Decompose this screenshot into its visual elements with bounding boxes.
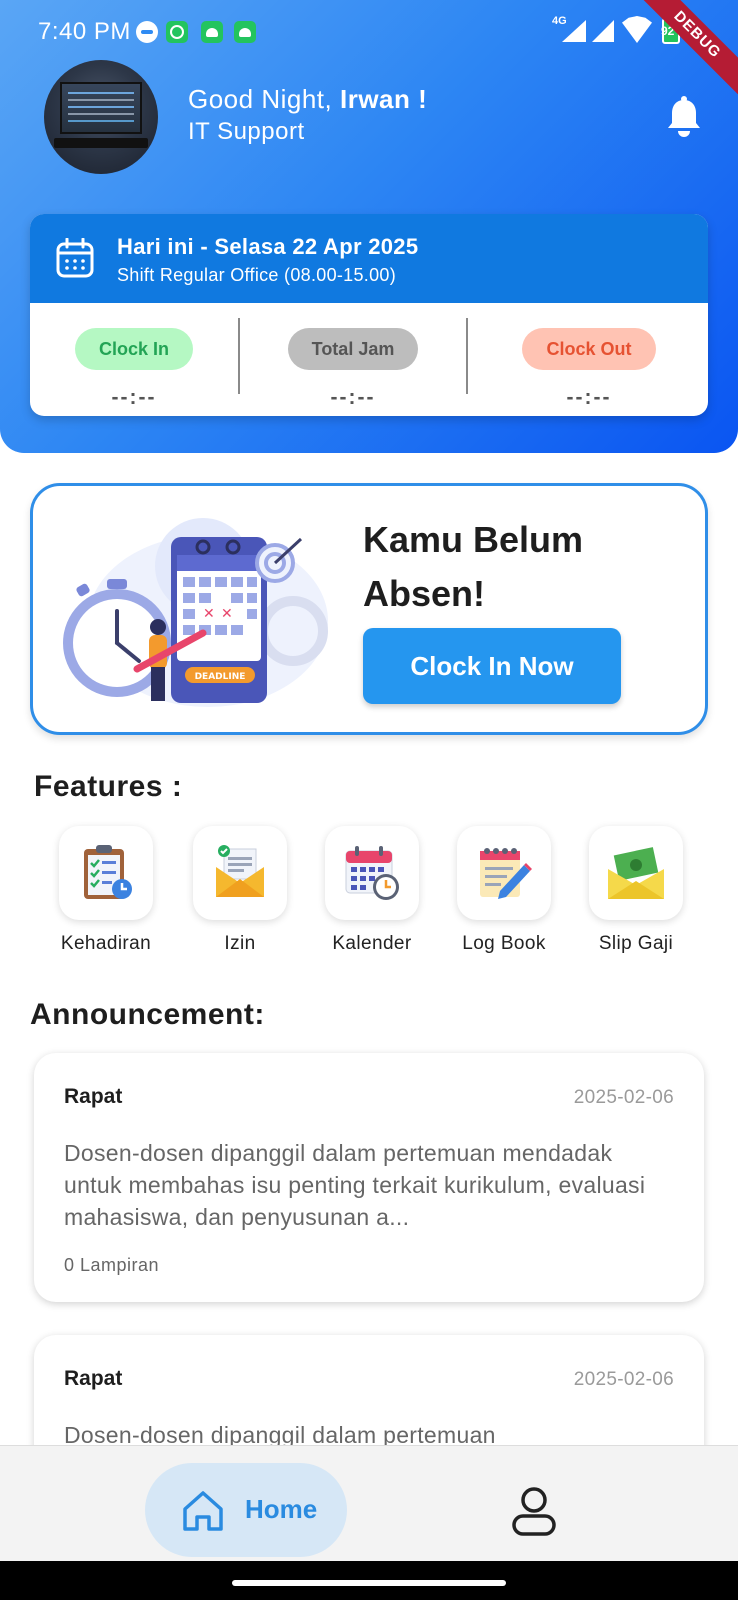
feature-icon-box[interactable] <box>59 826 153 920</box>
feature-label: Kehadiran <box>60 933 152 954</box>
announcement-item-body: Dosen-dosen dipanggil dalam pertemuan me… <box>64 1140 646 1230</box>
deadline-tag: DEADLINE <box>195 672 246 682</box>
today-date-title: Hari ini - Selasa 22 Apr 2025 <box>117 234 419 259</box>
greeting: Good Night, Irwan ! <box>188 84 427 115</box>
debug-banner: DEBUG <box>627 0 738 105</box>
feature-icon-box[interactable] <box>457 826 551 920</box>
app-screen: 7:40 PM 4G 92 DEBUG Good Night, Irwan ! … <box>0 0 738 1600</box>
feature-label: Log Book <box>462 933 546 954</box>
announcement-item-title: Rapat <box>64 1085 123 1108</box>
avatar-laptop-screen <box>60 82 142 134</box>
announcement-item-date: 2025-02-06 <box>573 1087 674 1108</box>
clock-in-badge: Clock In <box>74 328 193 370</box>
clipboard-checklist-icon <box>84 845 132 899</box>
android-notification-icon <box>234 21 256 43</box>
feature-izin[interactable]: Izin <box>175 826 305 955</box>
nav-home-button[interactable]: Home <box>145 1463 347 1557</box>
clock-in-column: Clock In --:-- <box>30 312 238 412</box>
feature-icon-box[interactable] <box>193 826 287 920</box>
announcement-item-date: 2025-02-06 <box>573 1369 674 1390</box>
not-clocked-in-card: ✕ ✕ DEADLINE Kamu Belum Absen! Clock In … <box>30 483 708 735</box>
not-clocked-in-title: Kamu Belum Absen! <box>363 519 584 614</box>
divider <box>238 318 240 394</box>
svg-text:✕: ✕ <box>221 606 233 622</box>
notification-bell-icon[interactable] <box>664 96 704 138</box>
whatsapp-notification-icon <box>166 21 188 43</box>
total-hours-column: Total Jam --:-- <box>248 312 458 412</box>
feature-label: Slip Gaji <box>598 933 674 954</box>
announcement-title: Announcement: <box>30 998 265 1031</box>
feature-icon-box[interactable] <box>325 826 419 920</box>
home-gesture-bar[interactable] <box>232 1580 506 1586</box>
status-bar: 7:40 PM 4G 92 DEBUG <box>0 0 738 105</box>
nav-home-label: Home <box>245 1494 318 1524</box>
header: 7:40 PM 4G 92 DEBUG Good Night, Irwan ! … <box>0 0 738 453</box>
clock-out-column: Clock Out --:-- <box>476 312 702 412</box>
announcement-item-title: Rapat <box>64 1367 123 1390</box>
greeting-prefix: Good Night, <box>188 84 340 114</box>
profile-icon[interactable] <box>508 1486 560 1538</box>
features-title: Features : <box>34 770 183 803</box>
money-envelope-icon <box>608 847 664 899</box>
wifi-icon <box>622 16 652 43</box>
clock-in-now-button[interactable]: Clock In Now <box>363 628 621 704</box>
feature-kalender[interactable]: Kalender <box>307 826 437 955</box>
signal-icon <box>562 20 586 42</box>
avatar[interactable] <box>44 60 158 174</box>
feature-log-book[interactable]: Log Book <box>439 826 569 955</box>
feature-label: Kalender <box>332 933 412 954</box>
announcement-item-attachments: 0 Lampiran <box>64 1255 160 1275</box>
calendar-clock-icon <box>345 846 399 900</box>
notepad-pencil-icon <box>480 848 532 899</box>
do-not-disturb-icon <box>136 21 158 43</box>
feature-kehadiran[interactable]: Kehadiran <box>41 826 171 955</box>
user-role: IT Support <box>188 118 305 145</box>
total-hours-badge: Total Jam <box>287 328 419 370</box>
today-card-header: Hari ini - Selasa 22 Apr 2025 Shift Regu… <box>30 214 708 303</box>
total-hours-value: --:-- <box>330 386 376 409</box>
today-attendance-card: Hari ini - Selasa 22 Apr 2025 Shift Regu… <box>30 214 708 416</box>
bottom-navigation: Home <box>0 1445 738 1561</box>
announcement-card[interactable]: Rapat 2025-02-06 Dosen-dosen dipanggil d… <box>34 1053 704 1302</box>
status-time: 7:40 PM <box>38 18 131 45</box>
today-shift: Shift Regular Office (08.00-15.00) <box>117 265 397 285</box>
svg-text:✕: ✕ <box>203 606 215 622</box>
feature-label: Izin <box>224 933 256 954</box>
deadline-illustration: ✕ ✕ DEADLINE <box>63 518 328 707</box>
clock-out-badge: Clock Out <box>522 328 656 370</box>
envelope-letter-icon <box>216 845 264 897</box>
clock-in-value: --:-- <box>111 386 157 409</box>
divider <box>466 318 468 394</box>
feature-slip-gaji[interactable]: Slip Gaji <box>571 826 701 955</box>
avatar-laptop-base <box>54 138 148 148</box>
home-icon <box>183 1491 223 1531</box>
signal-icon <box>592 20 614 42</box>
calendar-icon <box>56 238 94 278</box>
android-notification-icon <box>201 21 223 43</box>
feature-icon-box[interactable] <box>589 826 683 920</box>
clock-out-value: --:-- <box>566 386 612 409</box>
user-name: Irwan ! <box>339 84 428 114</box>
